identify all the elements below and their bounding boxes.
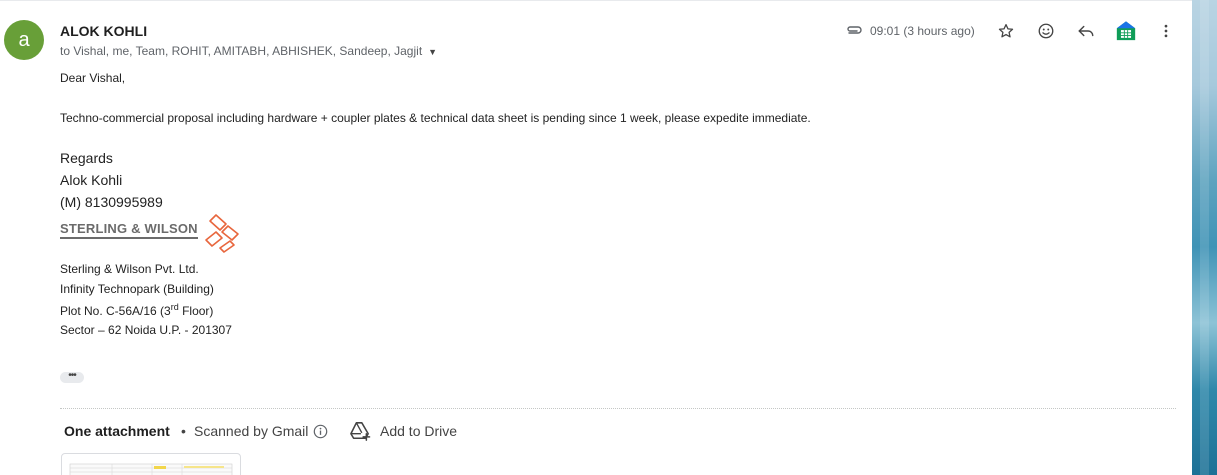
signature-regards: Regards <box>60 150 113 166</box>
signature-name: Alok Kohli <box>60 172 123 188</box>
company-building: Infinity Technopark (Building) <box>60 282 214 296</box>
signature-mobile: (M) 8130995989 <box>60 194 163 210</box>
recipients-text: to Vishal, me, Team, ROHIT, AMITABH, ABH… <box>60 44 423 58</box>
attachments-separator: • <box>181 423 186 439</box>
logo-text: STERLING & WILSON <box>60 222 198 239</box>
scrollbar[interactable] <box>1200 0 1209 475</box>
side-panel-background <box>1192 0 1217 475</box>
recipients-dropdown-icon[interactable]: ▼ <box>428 47 437 57</box>
plot-suffix: Floor) <box>178 304 214 318</box>
add-to-drive-button[interactable]: Add to Drive <box>380 423 457 439</box>
message-body: Techno-commercial proposal including har… <box>60 111 811 125</box>
logo-mark-icon <box>205 214 239 253</box>
top-divider <box>0 0 1192 1</box>
attachments-divider <box>60 408 1176 409</box>
greeting: Dear Vishal, <box>60 71 126 85</box>
company-name: Sterling & Wilson Pvt. Ltd. <box>60 262 199 276</box>
attachments-title: One attachment <box>64 423 170 439</box>
sheets-icon[interactable] <box>1115 20 1137 42</box>
emoji-icon[interactable] <box>1035 20 1057 42</box>
plot-prefix: Plot No. C-56A/16 (3 <box>60 304 171 318</box>
attachment-thumbnail[interactable] <box>61 453 241 475</box>
info-icon[interactable] <box>313 424 328 439</box>
avatar[interactable]: a <box>4 20 44 60</box>
company-logo: STERLING & WILSON <box>60 212 250 254</box>
scanned-by-gmail: Scanned by Gmail <box>194 423 309 439</box>
company-sector: Sector – 62 Noida U.P. - 201307 <box>60 323 232 337</box>
message-time: 09:01 (3 hours ago) <box>870 24 975 38</box>
attachment-preview-graphic <box>69 463 233 475</box>
sender-name[interactable]: ALOK KOHLI <box>60 23 147 39</box>
plot-superscript: rd <box>170 302 179 312</box>
star-icon[interactable] <box>995 20 1017 42</box>
more-vert-icon[interactable] <box>1155 20 1177 42</box>
message-pane: a ALOK KOHLI to Vishal, me, Team, ROHIT,… <box>0 0 1192 475</box>
reply-icon[interactable] <box>1075 20 1097 42</box>
paperclip-icon <box>847 26 862 34</box>
company-plot: Plot No. C-56A/16 (3rd Floor) <box>60 302 213 318</box>
add-to-drive-icon[interactable] <box>349 421 371 441</box>
show-trimmed-content-button[interactable]: ••• <box>60 371 84 383</box>
recipients-line[interactable]: to Vishal, me, Team, ROHIT, AMITABH, ABH… <box>60 44 437 58</box>
